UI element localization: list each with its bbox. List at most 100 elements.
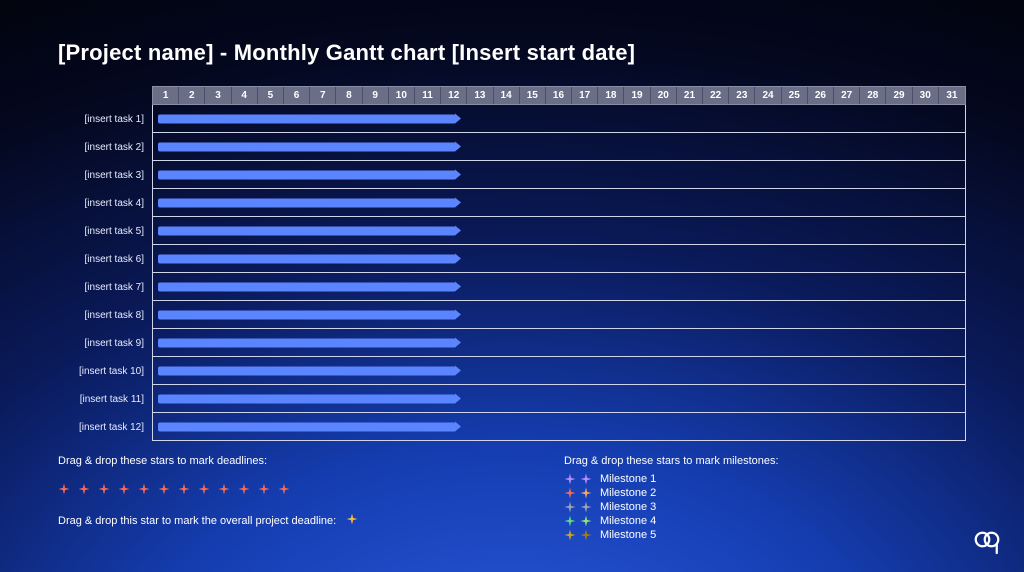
milestone-star-pair xyxy=(564,501,592,513)
day-header-cell: 31 xyxy=(939,87,965,104)
task-row-label: [insert task 2] xyxy=(58,133,152,161)
gantt-header-spacer xyxy=(58,86,152,105)
task-row-label: [insert task 11] xyxy=(58,385,152,413)
task-row-label: [insert task 12] xyxy=(58,413,152,441)
task-row-track xyxy=(152,133,966,161)
milestone-item: Milestone 1 xyxy=(564,473,966,485)
day-header-cell: 15 xyxy=(520,87,546,104)
deadline-star-icon[interactable] xyxy=(278,483,290,495)
milestone-star-icon[interactable] xyxy=(580,473,592,485)
overall-deadline-hint: Drag & drop this star to mark the overal… xyxy=(58,515,336,527)
day-header-cell: 26 xyxy=(808,87,834,104)
task-row-track xyxy=(152,105,966,133)
deadline-star-icon[interactable] xyxy=(178,483,190,495)
milestone-label: Milestone 2 xyxy=(600,487,656,499)
milestone-star-icon[interactable] xyxy=(564,501,576,513)
overall-deadline-star-icon[interactable] xyxy=(346,513,358,525)
day-header-cell: 10 xyxy=(389,87,415,104)
task-bar[interactable] xyxy=(158,338,457,347)
task-row-track xyxy=(152,189,966,217)
day-header-cell: 20 xyxy=(651,87,677,104)
day-header-cell: 9 xyxy=(363,87,389,104)
milestone-item: Milestone 5 xyxy=(564,529,966,541)
day-header-cell: 12 xyxy=(441,87,467,104)
milestone-star-icon[interactable] xyxy=(564,487,576,499)
day-header-cell: 4 xyxy=(232,87,258,104)
page-title: [Project name] - Monthly Gantt chart [In… xyxy=(58,40,966,66)
deadline-star-icon[interactable] xyxy=(198,483,210,495)
day-header-cell: 29 xyxy=(886,87,912,104)
milestone-star-pair xyxy=(564,529,592,541)
day-header-cell: 17 xyxy=(572,87,598,104)
milestones-hint: Drag & drop these stars to mark mileston… xyxy=(564,455,966,467)
task-bar[interactable] xyxy=(158,114,457,123)
deadline-star-icon[interactable] xyxy=(258,483,270,495)
deadlines-hint: Drag & drop these stars to mark deadline… xyxy=(58,455,267,467)
deadline-star-icon[interactable] xyxy=(98,483,110,495)
task-bar[interactable] xyxy=(158,422,457,431)
task-bar[interactable] xyxy=(158,254,457,263)
milestone-star-icon[interactable] xyxy=(564,529,576,541)
deadline-star-icon[interactable] xyxy=(158,483,170,495)
milestone-star-icon[interactable] xyxy=(580,515,592,527)
gantt-footer: Drag & drop these stars to mark deadline… xyxy=(58,455,966,541)
day-header-cell: 27 xyxy=(834,87,860,104)
day-header-cell: 2 xyxy=(179,87,205,104)
task-row-track xyxy=(152,413,966,441)
milestone-star-pair xyxy=(564,515,592,527)
day-header-cell: 14 xyxy=(494,87,520,104)
milestone-label: Milestone 3 xyxy=(600,501,656,513)
task-row-track xyxy=(152,161,966,189)
deadline-star-icon[interactable] xyxy=(58,483,70,495)
milestone-label: Milestone 4 xyxy=(600,515,656,527)
day-header-cell: 30 xyxy=(913,87,939,104)
day-header-cell: 25 xyxy=(782,87,808,104)
task-bar[interactable] xyxy=(158,170,457,179)
day-header-cell: 5 xyxy=(258,87,284,104)
milestone-star-icon[interactable] xyxy=(580,501,592,513)
task-row-track xyxy=(152,217,966,245)
deadline-stars-tray xyxy=(58,483,290,495)
milestone-item: Milestone 2 xyxy=(564,487,966,499)
task-bar[interactable] xyxy=(158,366,457,375)
task-bar[interactable] xyxy=(158,394,457,403)
milestone-star-icon[interactable] xyxy=(580,529,592,541)
task-row-track xyxy=(152,329,966,357)
gantt-day-header: 1234567891011121314151617181920212223242… xyxy=(152,86,966,105)
task-row-label: [insert task 10] xyxy=(58,357,152,385)
day-header-cell: 22 xyxy=(703,87,729,104)
milestone-star-icon[interactable] xyxy=(564,473,576,485)
day-header-cell: 1 xyxy=(153,87,179,104)
day-header-cell: 6 xyxy=(284,87,310,104)
task-row-label: [insert task 3] xyxy=(58,161,152,189)
deadline-star-icon[interactable] xyxy=(218,483,230,495)
deadline-star-icon[interactable] xyxy=(238,483,250,495)
task-bar[interactable] xyxy=(158,310,457,319)
day-header-cell: 11 xyxy=(415,87,441,104)
milestone-star-pair xyxy=(564,487,592,499)
task-bar[interactable] xyxy=(158,142,457,151)
milestone-label: Milestone 1 xyxy=(600,473,656,485)
task-row-label: [insert task 1] xyxy=(58,105,152,133)
task-row-label: [insert task 8] xyxy=(58,301,152,329)
task-row-track xyxy=(152,273,966,301)
day-header-cell: 28 xyxy=(860,87,886,104)
deadline-star-icon[interactable] xyxy=(138,483,150,495)
deadline-star-icon[interactable] xyxy=(118,483,130,495)
task-row-label: [insert task 6] xyxy=(58,245,152,273)
day-header-cell: 8 xyxy=(336,87,362,104)
overall-deadline-star-slot xyxy=(346,513,358,528)
task-row-label: [insert task 5] xyxy=(58,217,152,245)
task-bar[interactable] xyxy=(158,198,457,207)
app-logo-icon xyxy=(972,526,1002,556)
task-bar[interactable] xyxy=(158,282,457,291)
milestone-star-icon[interactable] xyxy=(580,487,592,499)
deadline-star-icon[interactable] xyxy=(78,483,90,495)
task-row-track xyxy=(152,357,966,385)
task-row-label: [insert task 9] xyxy=(58,329,152,357)
day-header-cell: 21 xyxy=(677,87,703,104)
milestone-star-icon[interactable] xyxy=(564,515,576,527)
task-bar[interactable] xyxy=(158,226,457,235)
milestone-label: Milestone 5 xyxy=(600,529,656,541)
milestone-item: Milestone 4 xyxy=(564,515,966,527)
